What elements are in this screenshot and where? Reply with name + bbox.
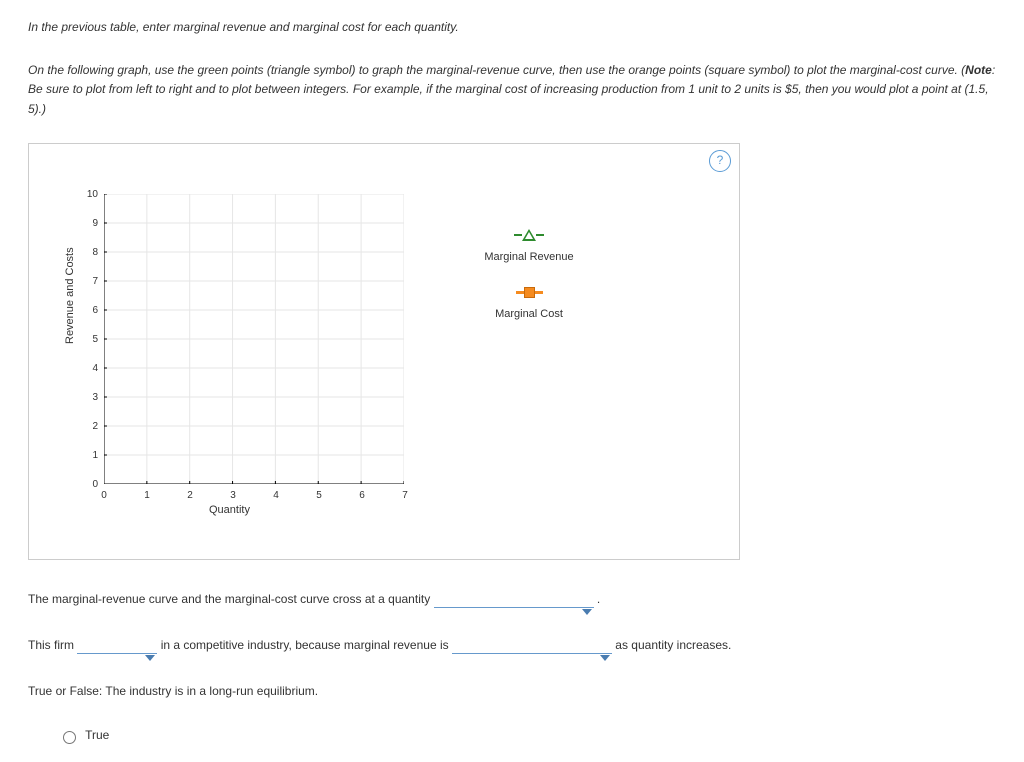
chart-svg — [104, 194, 404, 484]
y-tick-5: 5 — [78, 334, 98, 345]
square-icon — [509, 287, 549, 298]
caret-down-icon — [582, 609, 592, 615]
legend-marginal-cost[interactable]: Marginal Cost — [459, 287, 599, 320]
x-tick-3: 3 — [223, 490, 243, 501]
x-tick-2: 2 — [180, 490, 200, 501]
y-tick-8: 8 — [78, 247, 98, 258]
graph-instruction: On the following graph, use the green po… — [28, 61, 996, 119]
caret-down-icon — [145, 655, 155, 661]
x-tick-4: 4 — [266, 490, 286, 501]
intro-instruction: In the previous table, enter marginal re… — [28, 18, 996, 37]
question-1: The marginal-revenue curve and the margi… — [28, 590, 996, 608]
graph-panel: ? — [28, 143, 740, 560]
q2-prefix: This firm — [28, 638, 77, 652]
y-tick-3: 3 — [78, 392, 98, 403]
q2-suffix: as quantity increases. — [615, 638, 731, 652]
y-tick-7: 7 — [78, 276, 98, 287]
q1-dropdown[interactable] — [434, 606, 594, 608]
q2-mid: in a competitive industry, because margi… — [161, 638, 452, 652]
y-tick-10: 10 — [78, 189, 98, 200]
radio-true-row[interactable]: True — [58, 728, 996, 744]
y-tick-0: 0 — [78, 479, 98, 490]
graph-instruction-prefix: On the following graph, use the green po… — [28, 63, 965, 77]
y-tick-2: 2 — [78, 421, 98, 432]
plot-area[interactable]: 10 9 8 7 6 5 4 3 2 1 0 0 1 2 3 4 5 6 7 — [104, 194, 404, 484]
x-axis-label: Quantity — [209, 504, 250, 516]
radio-true-label: True — [85, 728, 109, 742]
note-label: Note — [965, 63, 992, 77]
y-tick-9: 9 — [78, 218, 98, 229]
y-tick-4: 4 — [78, 363, 98, 374]
x-tick-0: 0 — [94, 490, 114, 501]
triangle-icon — [509, 229, 549, 241]
legend-marginal-revenue[interactable]: Marginal Revenue — [459, 229, 599, 263]
x-tick-7: 7 — [395, 490, 415, 501]
caret-down-icon — [600, 655, 610, 661]
q1-suffix: . — [597, 592, 600, 606]
radio-true[interactable] — [63, 731, 76, 744]
x-tick-1: 1 — [137, 490, 157, 501]
legend-mc-label: Marginal Cost — [459, 308, 599, 320]
legend: Marginal Revenue Marginal Cost — [459, 229, 599, 344]
legend-mr-label: Marginal Revenue — [459, 251, 599, 263]
q2-dropdown-1[interactable] — [77, 652, 157, 654]
y-tick-6: 6 — [78, 305, 98, 316]
q1-prefix: The marginal-revenue curve and the margi… — [28, 592, 434, 606]
help-button[interactable]: ? — [709, 150, 731, 172]
question-2: This firm in a competitive industry, bec… — [28, 636, 996, 654]
x-tick-6: 6 — [352, 490, 372, 501]
question-3: True or False: The industry is in a long… — [28, 682, 996, 700]
y-axis-label: Revenue and Costs — [64, 247, 76, 344]
x-tick-5: 5 — [309, 490, 329, 501]
q2-dropdown-2[interactable] — [452, 652, 612, 654]
y-tick-1: 1 — [78, 450, 98, 461]
grid — [104, 194, 404, 484]
